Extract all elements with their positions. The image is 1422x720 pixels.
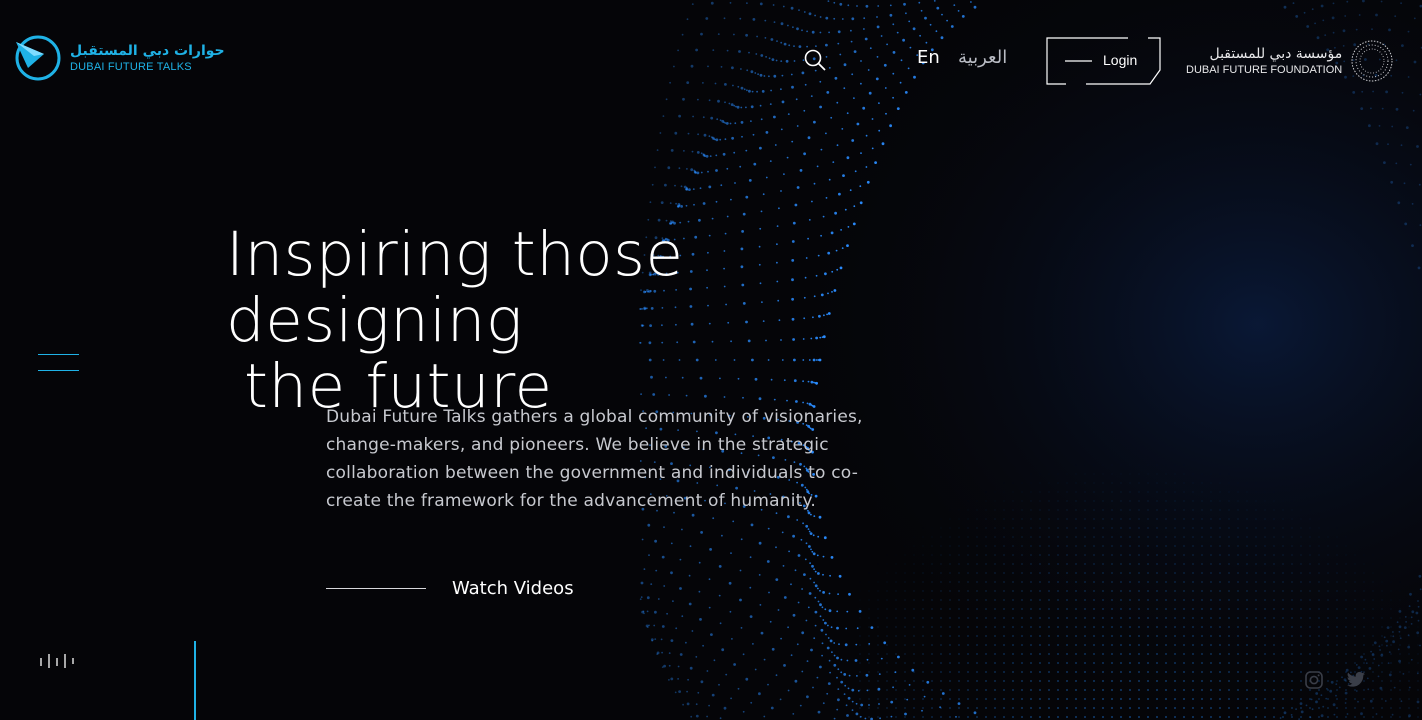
hero-headline: Inspiring those designing the future [226, 222, 926, 420]
foundation-english-text: DUBAI FUTURE FOUNDATION [1186, 63, 1343, 76]
foundation-arabic-text: مؤسسة دبي للمستقبل [1209, 45, 1343, 62]
scroll-indicator-line [194, 641, 196, 720]
logo-arabic-text: حوارات دبي المستقبل [70, 42, 225, 59]
login-label: Login [1103, 52, 1138, 68]
language-english[interactable]: En [917, 47, 940, 68]
dft-emblem-icon [15, 35, 61, 81]
headline-line-1: Inspiring those designing [226, 219, 684, 356]
foundation-emblem-icon [1351, 40, 1393, 82]
cta-line [326, 588, 426, 589]
dubai-future-talks-logo[interactable]: حوارات دبي المستقبل DUBAI FUTURE TALKS [14, 34, 225, 82]
watch-videos-link[interactable]: Watch Videos [326, 578, 574, 599]
twitter-icon[interactable] [1346, 670, 1366, 690]
watch-videos-label: Watch Videos [452, 578, 574, 599]
logo-english-text: DUBAI FUTURE TALKS [70, 60, 192, 73]
instagram-icon[interactable] [1304, 670, 1324, 690]
sound-bars-icon[interactable] [40, 652, 76, 670]
dubai-future-foundation-logo[interactable]: مؤسسة دبي للمستقبل DUBAI FUTURE FOUNDATI… [1186, 39, 1394, 83]
search-icon[interactable] [803, 48, 827, 72]
language-arabic[interactable]: العربية [958, 47, 1007, 68]
side-menu-lines[interactable] [38, 354, 79, 374]
hero-description: Dubai Future Talks gathers a global comm… [326, 407, 863, 511]
login-button[interactable]: Login [1046, 37, 1162, 85]
